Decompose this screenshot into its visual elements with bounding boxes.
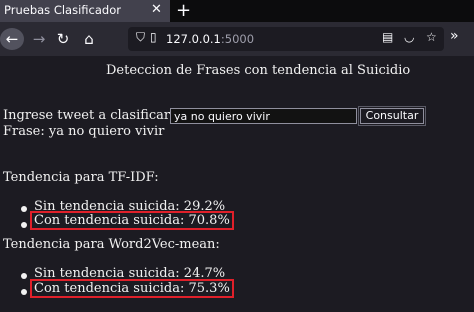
navigation-toolbar: ← → ↻ ⌂ ⛉ ▯ 127.0.0.1:5000 ▤ ◡ ☆ » [0,22,474,56]
tab-bar: Pruebas Clasificador ✕ + [0,0,474,22]
page-title: Deteccion de Frases con tendencia al Sui… [106,63,411,78]
close-icon[interactable]: ✕ [151,2,162,17]
page-icon[interactable]: ▯ [150,30,157,44]
tfidf-con-item: Con tendencia suicida: 70.8% [30,211,234,230]
highlighted-result: Con tendencia suicida: 70.8% [30,211,234,230]
consultar-button[interactable]: Consultar [358,106,426,126]
browser-tab[interactable]: Pruebas Clasificador ✕ [0,0,170,22]
overflow-icon[interactable]: » [450,28,459,44]
page-content: Deteccion de Frases con tendencia al Sui… [0,56,474,312]
pocket-icon[interactable]: ◡ [404,30,414,44]
list-bullet [21,273,27,279]
highlighted-result: Con tendencia suicida: 75.3% [30,279,234,298]
tab-title: Pruebas Clasificador [4,3,121,17]
forward-icon[interactable]: → [28,28,50,50]
url-text[interactable]: 127.0.0.1:5000 [166,32,254,46]
back-icon[interactable]: ← [0,28,24,50]
list-bullet [21,222,27,228]
shield-icon[interactable]: ⛉ [136,30,145,45]
w2v-con-item: Con tendencia suicida: 75.3% [30,279,234,298]
tfidf-title: Tendencia para TF-IDF: [3,170,159,185]
list-bullet [21,289,27,295]
url-bar[interactable]: ⛉ ▯ 127.0.0.1:5000 ▤ ◡ ☆ [128,27,444,51]
list-bullet [21,206,27,212]
tweet-input-label: Ingrese tweet a clasificar: [3,108,175,123]
reader-icon[interactable]: ▤ [382,30,393,44]
reload-icon[interactable]: ↻ [52,28,74,50]
tweet-input[interactable] [170,108,357,124]
frase-text: Frase: ya no quiero vivir [3,124,165,139]
bookmark-star-icon[interactable]: ☆ [426,30,437,44]
new-tab-icon[interactable]: + [176,0,191,22]
w2v-title: Tendencia para Word2Vec-mean: [3,237,220,252]
home-icon[interactable]: ⌂ [78,28,100,50]
